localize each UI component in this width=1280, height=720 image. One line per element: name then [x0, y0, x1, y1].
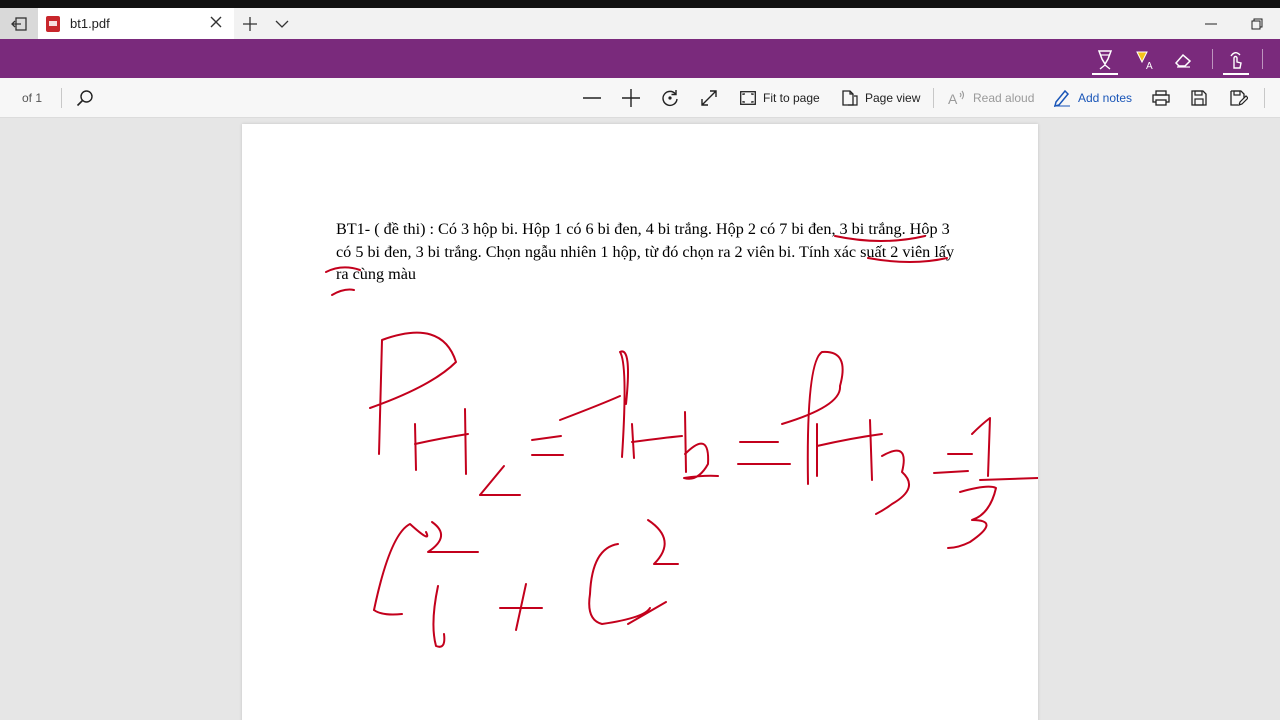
add-notes-label: Add notes	[1078, 91, 1133, 105]
set-aside-tabs-icon	[11, 16, 27, 31]
pdf-page[interactable]: BT1- ( đề thi) : Có 3 hộp bi. Hộp 1 có 6…	[242, 124, 1038, 720]
pdf-toolbar: of 1 Fit to page Page view A Read aloud …	[0, 78, 1280, 118]
pen-icon	[1053, 89, 1070, 107]
page-view-label: Page view	[865, 91, 921, 105]
touch-writing-button[interactable]	[1221, 45, 1251, 75]
new-tab-button[interactable]	[234, 8, 266, 39]
rotate-button[interactable]	[661, 78, 679, 118]
handwritten-ink-annotations	[325, 235, 1038, 648]
tab-bar: bt1.pdf	[0, 8, 1280, 39]
zoom-in-button[interactable]	[622, 78, 640, 118]
zoom-out-button[interactable]	[583, 78, 601, 118]
page-view-icon	[842, 90, 858, 106]
ink-toolbar: A	[0, 39, 1280, 78]
restore-icon	[1251, 18, 1263, 29]
pdf-file-icon	[46, 15, 60, 32]
close-icon	[210, 16, 222, 28]
plus-icon	[243, 16, 257, 31]
search-icon	[76, 90, 93, 107]
fit-to-page-button[interactable]: Fit to page	[740, 78, 820, 118]
save-as-button[interactable]	[1230, 78, 1248, 118]
read-aloud-icon: A	[948, 90, 965, 106]
page-view-button[interactable]: Page view	[842, 78, 920, 118]
save-button[interactable]	[1191, 78, 1207, 118]
minimize-icon	[1205, 23, 1217, 24]
close-tab-button[interactable]	[206, 15, 226, 32]
svg-text:A: A	[1146, 61, 1153, 70]
save-icon	[1191, 90, 1207, 106]
tab-title: bt1.pdf	[70, 16, 110, 31]
tab-active[interactable]: bt1.pdf	[38, 8, 234, 39]
chevron-down-icon	[275, 20, 289, 28]
print-icon	[1152, 90, 1170, 106]
page-number-box[interactable]: of 1	[22, 78, 42, 118]
plus-icon	[622, 89, 640, 107]
minimize-button[interactable]	[1188, 8, 1234, 39]
read-aloud-label: Read aloud	[973, 91, 1035, 105]
set-aside-tabs-button[interactable]	[0, 8, 38, 39]
add-notes-button[interactable]: Add notes	[1053, 78, 1132, 118]
restore-button[interactable]	[1234, 8, 1280, 39]
eraser-icon	[1174, 53, 1192, 68]
save-as-icon	[1230, 90, 1248, 106]
document-viewport[interactable]: BT1- ( đề thi) : Có 3 hộp bi. Hộp 1 có 6…	[0, 118, 1280, 720]
window-top-edge	[0, 0, 1280, 8]
ballpoint-pen-button[interactable]	[1090, 45, 1120, 75]
find-button[interactable]	[76, 78, 94, 118]
svg-text:A: A	[948, 91, 958, 106]
full-screen-button[interactable]	[700, 78, 718, 118]
minus-icon	[583, 97, 601, 99]
page-count: of 1	[22, 91, 43, 105]
tab-list-button[interactable]	[266, 8, 298, 39]
touch-writing-icon	[1230, 52, 1242, 69]
fit-to-page-label: Fit to page	[763, 91, 820, 105]
full-screen-icon	[701, 90, 717, 106]
highlighter-icon: A	[1136, 51, 1153, 70]
read-aloud-button[interactable]: A Read aloud	[948, 78, 1034, 118]
fit-to-page-icon	[740, 91, 756, 105]
print-button[interactable]	[1152, 78, 1170, 118]
ballpoint-pen-icon	[1097, 50, 1113, 70]
rotate-icon	[662, 90, 678, 107]
eraser-button[interactable]	[1168, 45, 1198, 75]
highlighter-button[interactable]: A	[1130, 45, 1160, 75]
